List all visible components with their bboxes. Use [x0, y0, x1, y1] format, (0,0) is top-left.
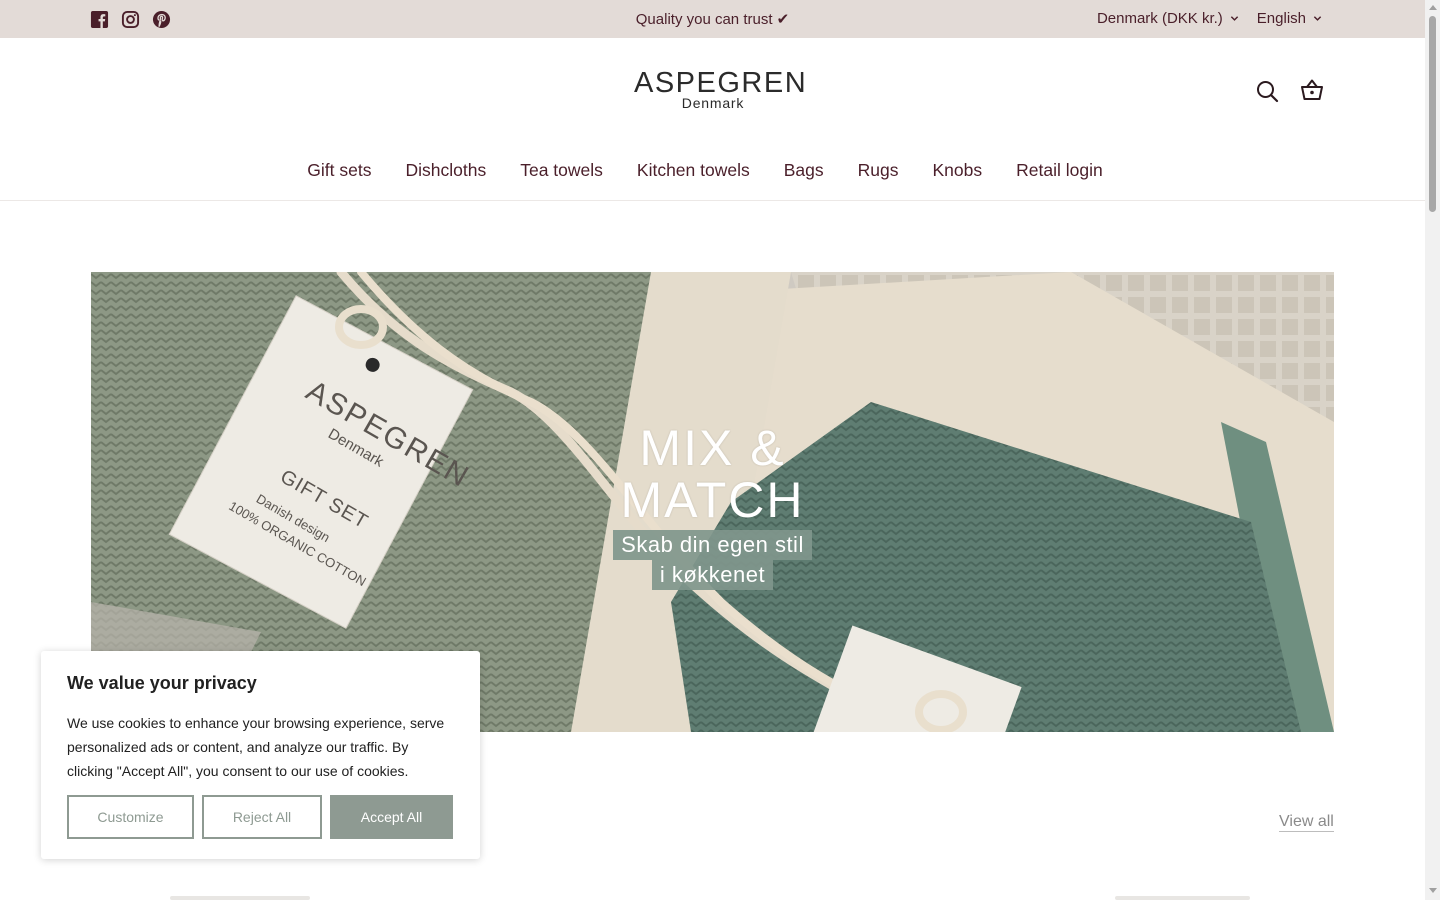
customize-button[interactable]: Customize	[67, 795, 194, 839]
product-card-top	[1115, 896, 1250, 900]
nav-item-retail-login[interactable]: Retail login	[1016, 160, 1103, 181]
cart-basket-icon[interactable]	[1300, 78, 1324, 102]
search-icon[interactable]	[1255, 79, 1279, 103]
main-nav: Gift sets Dishcloths Tea towels Kitchen …	[0, 160, 1410, 181]
view-all-link[interactable]: View all	[1279, 813, 1334, 832]
scrollbar-thumb[interactable]	[1429, 16, 1436, 212]
nav-item-bags[interactable]: Bags	[784, 160, 824, 181]
product-card-top	[170, 896, 310, 900]
hero-subtitle: Skab din egen stil i køkkenet	[613, 530, 812, 590]
logo-wordmark: ASPEGREN	[634, 67, 808, 99]
scroll-down-arrow[interactable]	[1429, 888, 1437, 893]
hero-title-line2: MATCH	[620, 472, 805, 528]
nav-item-dishcloths[interactable]: Dishcloths	[405, 160, 486, 181]
hero-text: MIX & MATCH Skab din egen stil i køkkene…	[91, 422, 1334, 590]
nav-item-tea-towels[interactable]: Tea towels	[520, 160, 603, 181]
site-header: ASPEGREN Denmark Gift sets Dishcloths Te…	[0, 38, 1425, 201]
nav-item-rugs[interactable]: Rugs	[858, 160, 899, 181]
cookie-title: We value your privacy	[67, 673, 257, 693]
country-selector[interactable]: Denmark (DKK kr.)	[1097, 10, 1239, 27]
chevron-down-icon	[1230, 16, 1238, 21]
cookie-text: We use cookies to enhance your browsing …	[67, 715, 445, 779]
country-label: Denmark (DKK kr.)	[1096, 10, 1223, 27]
cookie-actions: Customize Reject All Accept All	[67, 795, 453, 839]
nav-item-kitchen-towels[interactable]: Kitchen towels	[637, 160, 750, 181]
hero-subtitle-line1: Skab din egen stil	[613, 530, 812, 560]
language-selector[interactable]: English	[1257, 10, 1322, 27]
hero-title-line1: MIX &	[639, 420, 786, 476]
nav-item-knobs[interactable]: Knobs	[933, 160, 983, 181]
chevron-down-icon	[1313, 16, 1322, 21]
cookie-consent-banner: We value your privacy We use cookies to …	[41, 651, 480, 859]
nav-item-gift-sets[interactable]: Gift sets	[307, 160, 371, 181]
announcement-bar: Quality you can trust ✔ Denmark (DKK kr.…	[0, 0, 1425, 38]
language-label: English	[1256, 10, 1306, 27]
scroll-up-arrow[interactable]	[1429, 5, 1437, 10]
hero-subtitle-line2: i køkkenet	[651, 560, 774, 590]
reject-all-button[interactable]: Reject All	[202, 795, 322, 839]
accept-all-button[interactable]: Accept All	[330, 795, 453, 839]
locale-selectors: Denmark (DKK kr.) English	[1097, 10, 1322, 27]
logo[interactable]: ASPEGREN Denmark	[634, 67, 808, 110]
